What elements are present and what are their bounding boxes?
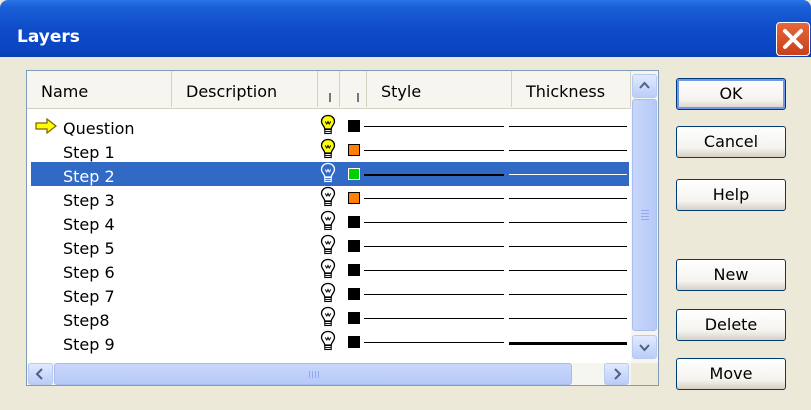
layer-style-line[interactable] [364, 222, 504, 223]
column-header-thickness[interactable]: Thickness [512, 71, 631, 107]
layer-style-line[interactable] [364, 318, 504, 319]
layer-name: Step8 [63, 311, 110, 330]
layer-thickness-line[interactable] [509, 198, 627, 199]
scroll-down-button[interactable] [632, 335, 657, 359]
scrollbar-corner [631, 363, 658, 385]
help-button[interactable]: Help [676, 179, 786, 211]
vertical-scrollbar[interactable] [631, 71, 658, 363]
ok-button[interactable]: OK [676, 78, 786, 110]
light-bulb-icon[interactable] [320, 258, 336, 280]
move-button[interactable]: Move [676, 358, 786, 390]
layer-row[interactable]: Step 1 [31, 138, 629, 162]
layer-name: Step 4 [63, 215, 115, 234]
layer-color-swatch[interactable] [348, 240, 360, 252]
chevron-left-icon [35, 368, 43, 380]
layer-thickness-line[interactable] [509, 126, 627, 127]
layer-row[interactable]: Step 4 [31, 210, 629, 234]
light-bulb-icon[interactable] [320, 162, 336, 184]
horizontal-scrollbar[interactable] [27, 363, 631, 385]
layer-style-line[interactable] [364, 342, 504, 343]
layer-color-swatch[interactable] [348, 336, 360, 348]
layer-style-line[interactable] [364, 198, 504, 199]
vertical-scroll-thumb[interactable] [632, 99, 657, 331]
arrow-right-icon [35, 118, 57, 134]
layer-thickness-line[interactable] [509, 246, 627, 247]
layer-color-swatch[interactable] [348, 144, 360, 156]
column-header-description[interactable]: Description [172, 71, 318, 107]
layer-row[interactable]: Question [31, 114, 629, 138]
layer-color-swatch[interactable] [348, 192, 360, 204]
layer-name: Step 5 [63, 239, 115, 258]
delete-button[interactable]: Delete [676, 309, 786, 341]
layer-name: Step 6 [63, 263, 115, 282]
chevron-right-icon [614, 368, 622, 380]
layer-row[interactable]: Step8 [31, 306, 629, 330]
layer-color-swatch[interactable] [348, 264, 360, 276]
layer-style-line[interactable] [364, 126, 504, 127]
column-header-color[interactable] [340, 71, 367, 107]
column-header-name[interactable]: Name [27, 71, 172, 107]
light-bulb-icon[interactable] [320, 210, 336, 232]
chevron-up-icon [639, 81, 650, 89]
cancel-button[interactable]: Cancel [676, 126, 786, 158]
layer-thickness-line[interactable] [509, 318, 627, 319]
layer-style-line[interactable] [364, 246, 504, 247]
layers-dialog: Layers Name Description Style Thickness … [0, 0, 811, 410]
layer-name: Step 3 [63, 191, 115, 210]
layer-name: Question [63, 119, 135, 138]
layer-row[interactable]: Step 5 [31, 234, 629, 258]
layer-style-line[interactable] [364, 294, 504, 295]
layers-list[interactable]: Name Description Style Thickness Questio… [26, 70, 659, 386]
layer-style-line[interactable] [364, 150, 504, 151]
title-bar[interactable]: Layers [0, 0, 811, 57]
scroll-left-button[interactable] [28, 363, 53, 385]
layer-style-line[interactable] [364, 270, 504, 271]
chevron-down-icon [639, 344, 650, 352]
light-bulb-icon[interactable] [320, 234, 336, 256]
light-bulb-icon[interactable] [320, 114, 336, 136]
layer-name: Step 7 [63, 287, 115, 306]
layer-color-swatch[interactable] [348, 216, 360, 228]
light-bulb-icon[interactable] [320, 330, 336, 352]
light-bulb-icon[interactable] [320, 186, 336, 208]
layer-style-line[interactable] [364, 174, 504, 176]
layer-name: Step 1 [63, 143, 115, 162]
layer-name: Step 9 [63, 335, 115, 354]
column-header-style[interactable]: Style [367, 71, 512, 107]
layer-color-swatch[interactable] [348, 120, 360, 132]
layer-row[interactable]: Step 2 [31, 162, 629, 186]
layer-thickness-line[interactable] [509, 342, 627, 345]
close-icon [783, 29, 803, 49]
list-header: Name Description Style Thickness [27, 71, 631, 109]
layer-color-swatch[interactable] [348, 312, 360, 324]
layer-color-swatch[interactable] [348, 168, 360, 180]
light-bulb-icon[interactable] [320, 138, 336, 160]
layer-row[interactable]: Step 6 [31, 258, 629, 282]
layer-row[interactable]: Step 9 [31, 330, 629, 354]
horizontal-scroll-thumb[interactable] [54, 363, 572, 385]
close-button[interactable] [776, 22, 810, 56]
layer-color-swatch[interactable] [348, 288, 360, 300]
new-button[interactable]: New [676, 259, 786, 291]
window-title: Layers [17, 27, 80, 47]
layer-row[interactable]: Step 3 [31, 186, 629, 210]
layer-row[interactable]: Step 7 [31, 282, 629, 306]
layer-name: Step 2 [63, 167, 115, 186]
scroll-up-button[interactable] [632, 74, 657, 98]
layer-thickness-line[interactable] [509, 294, 627, 295]
light-bulb-icon[interactable] [320, 282, 336, 304]
column-separator [329, 93, 331, 102]
scroll-right-button[interactable] [604, 363, 629, 385]
light-bulb-icon[interactable] [320, 306, 336, 328]
layer-thickness-line[interactable] [509, 174, 627, 175]
layer-thickness-line[interactable] [509, 222, 627, 223]
layer-thickness-line[interactable] [509, 150, 627, 151]
layer-thickness-line[interactable] [509, 270, 627, 271]
